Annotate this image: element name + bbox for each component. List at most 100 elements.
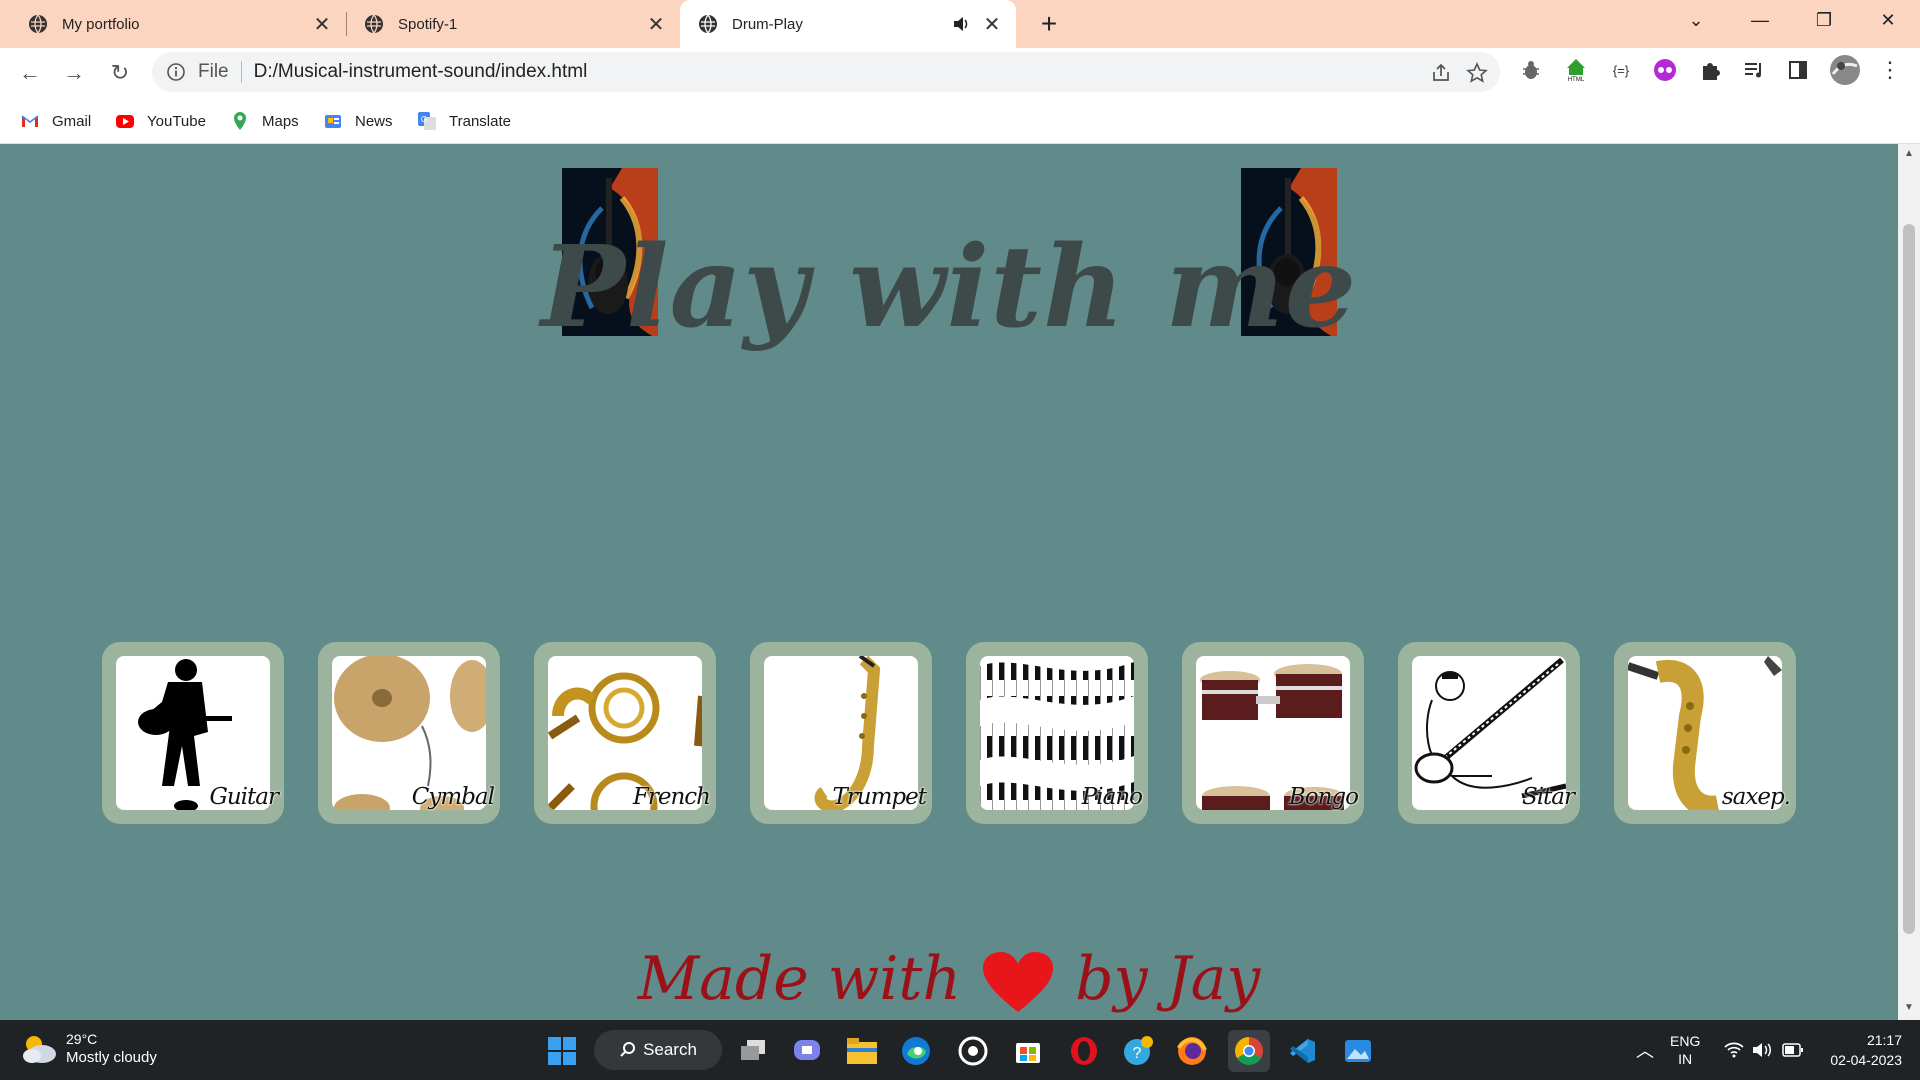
puzzle-icon[interactable] xyxy=(1697,57,1723,83)
help-app-icon[interactable]: ? xyxy=(1122,1035,1154,1067)
page-footer: Made with by Jay xyxy=(0,944,1898,1014)
scroll-up-arrow-icon[interactable]: ▲ xyxy=(1903,148,1915,160)
share-icon[interactable] xyxy=(1430,62,1452,84)
divider xyxy=(240,61,242,83)
taskbar-search[interactable]: Search xyxy=(594,1030,722,1070)
info-icon[interactable] xyxy=(166,62,186,82)
tab-title: Spotify-1 xyxy=(398,15,458,33)
search-icon xyxy=(620,1042,636,1057)
page-content: Play with me Guitar Cymbal French Trumpe… xyxy=(0,144,1898,1020)
tab-title: My portfolio xyxy=(62,15,140,33)
tab-spotify[interactable]: Spotify-1 ✕ xyxy=(346,0,680,48)
bookmark-gmail[interactable]: Gmail xyxy=(20,108,91,134)
youtube-icon xyxy=(116,115,134,128)
instrument-label: Trumpet xyxy=(832,784,927,810)
task-view-icon[interactable] xyxy=(738,1035,770,1067)
instrument-button-sitar[interactable]: Sitar xyxy=(1398,642,1580,824)
media-control-icon[interactable] xyxy=(1741,57,1767,83)
bookmark-youtube[interactable]: YouTube xyxy=(115,108,206,134)
obs-app-icon[interactable] xyxy=(957,1035,989,1067)
microsoft-store-icon[interactable] xyxy=(1012,1035,1044,1067)
speaker-icon[interactable] xyxy=(952,15,970,33)
instrument-button-cymbal[interactable]: Cymbal xyxy=(318,642,500,824)
restore-button[interactable]: ❐ xyxy=(1794,0,1854,40)
globe-icon xyxy=(699,14,717,34)
close-tab-icon[interactable]: ✕ xyxy=(312,14,332,36)
windows-taskbar: 29°C Mostly cloudy Search ? ︿ ENG IN 21:… xyxy=(0,1020,1920,1080)
globe-icon xyxy=(365,14,383,34)
show-hidden-icons-chevron-icon[interactable]: ︿ xyxy=(1636,1020,1654,1080)
bug-extension-icon[interactable] xyxy=(1518,57,1544,83)
minimize-button[interactable]: — xyxy=(1730,0,1790,40)
page-scrollbar[interactable]: ▲ ▼ xyxy=(1898,144,1920,1020)
side-panel-icon[interactable] xyxy=(1785,57,1811,83)
html-extension-icon[interactable]: HTML xyxy=(1563,57,1589,83)
system-clock[interactable]: 21:17 02-04-2023 xyxy=(1830,1030,1902,1070)
new-tab-button[interactable]: + xyxy=(1034,8,1064,39)
wifi-icon[interactable] xyxy=(1724,1020,1744,1080)
forward-button[interactable]: → xyxy=(57,56,91,90)
firefox-browser-icon[interactable] xyxy=(1176,1035,1208,1067)
profile-avatar[interactable] xyxy=(1829,54,1861,86)
scrollbar-thumb[interactable] xyxy=(1903,224,1915,934)
tab-title: Drum-Play xyxy=(732,15,803,33)
bookmark-label: Gmail xyxy=(52,112,92,130)
bookmark-label: News xyxy=(355,112,393,130)
maps-pin-icon xyxy=(234,112,246,130)
instrument-button-trumpet[interactable]: Trumpet xyxy=(750,642,932,824)
reload-button[interactable]: ↻ xyxy=(103,56,137,90)
instrument-label: saxep. xyxy=(1721,784,1791,810)
bookmark-label: Translate xyxy=(449,112,511,130)
instrument-button-french-horn[interactable]: French xyxy=(534,642,716,824)
battery-icon[interactable] xyxy=(1782,1020,1804,1080)
tab-search-icon[interactable]: ⌄ xyxy=(1666,0,1726,40)
volume-icon[interactable] xyxy=(1752,1020,1772,1080)
translate-icon: G xyxy=(418,112,436,130)
instrument-button-bongo[interactable]: Bongo xyxy=(1182,642,1364,824)
close-window-button[interactable]: ✕ xyxy=(1858,0,1918,40)
edge-browser-icon[interactable] xyxy=(900,1035,932,1067)
tab-my-portfolio[interactable]: My portfolio ✕ xyxy=(0,0,346,48)
bookmark-news[interactable]: News xyxy=(323,108,393,134)
instrument-label: Guitar xyxy=(209,784,279,810)
file-explorer-icon[interactable] xyxy=(846,1035,878,1067)
bookmark-translate[interactable]: G Translate xyxy=(417,108,511,134)
language-code: ENG xyxy=(1670,1033,1701,1049)
address-bar[interactable]: File D:/Musical-instrument-sound/index.h… xyxy=(152,52,1500,92)
teams-chat-icon[interactable] xyxy=(792,1035,824,1067)
star-icon[interactable] xyxy=(1466,62,1488,84)
windows-start-icon[interactable] xyxy=(546,1035,578,1067)
close-tab-icon[interactable]: ✕ xyxy=(982,14,1002,36)
tab-strip: My portfolio ✕ Spotify-1 ✕ Drum-Play ✕ +… xyxy=(0,0,1920,48)
language-indicator[interactable]: ENG IN xyxy=(1670,1020,1700,1080)
vscode-icon[interactable] xyxy=(1286,1035,1318,1067)
page-title: Play with me xyxy=(540,222,1358,353)
bookmark-maps[interactable]: Maps xyxy=(230,108,299,134)
chrome-browser-icon[interactable] xyxy=(1228,1030,1270,1072)
close-tab-icon[interactable]: ✕ xyxy=(646,14,666,36)
purple-extension-icon[interactable] xyxy=(1652,57,1678,83)
gmail-icon xyxy=(21,115,39,127)
url-scheme: File xyxy=(198,61,229,82)
instrument-button-piano[interactable]: Piano xyxy=(966,642,1148,824)
instrument-label: Cymbal xyxy=(411,784,495,810)
instrument-button-saxophone[interactable]: saxep. xyxy=(1614,642,1796,824)
news-icon xyxy=(325,115,341,128)
back-button[interactable]: ← xyxy=(13,56,47,90)
url-text[interactable]: D:/Musical-instrument-sound/index.html xyxy=(254,61,588,83)
scroll-down-arrow-icon[interactable]: ▼ xyxy=(1903,1002,1915,1014)
cloudy-weather-icon xyxy=(23,1036,56,1063)
tab-drum-play[interactable]: Drum-Play ✕ xyxy=(680,0,1016,48)
heart-icon xyxy=(983,952,1054,1013)
svg-text:?: ? xyxy=(1133,1045,1142,1062)
weather-widget[interactable]: 29°C Mostly cloudy xyxy=(20,1030,157,1068)
clock-time: 21:17 xyxy=(1866,1032,1902,1048)
photos-app-icon[interactable] xyxy=(1342,1035,1374,1067)
instrument-button-guitar[interactable]: Guitar xyxy=(102,642,284,824)
json-extension-icon[interactable]: {=} xyxy=(1608,57,1634,83)
opera-browser-icon[interactable] xyxy=(1068,1035,1100,1067)
instrument-label: Bongo xyxy=(1288,784,1359,810)
weather-condition: Mostly cloudy xyxy=(66,1049,157,1066)
instrument-label: Piano xyxy=(1081,784,1143,810)
menu-kebab-icon[interactable]: ⋮ xyxy=(1877,57,1903,83)
